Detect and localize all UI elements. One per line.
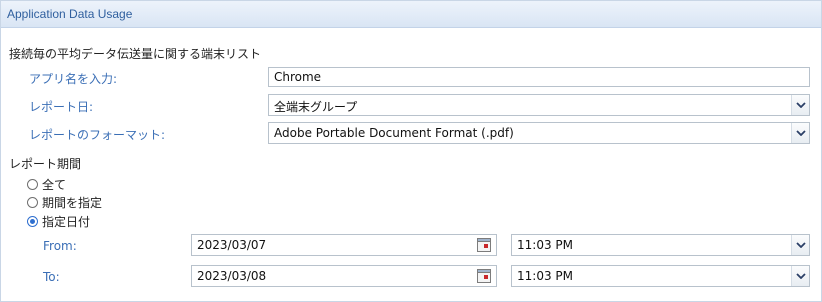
to-label: To: — [43, 270, 60, 284]
to-date-input[interactable]: 2023/03/08 — [191, 265, 497, 287]
to-time-select[interactable]: 11:03 PM — [511, 265, 810, 287]
panel-title: Application Data Usage — [7, 7, 133, 21]
format-label: レポートのフォーマット: — [29, 128, 166, 142]
radio-specify-date[interactable]: 指定日付 — [27, 213, 90, 230]
chevron-down-icon[interactable] — [791, 123, 809, 143]
report-title: 接続毎の平均データ伝送量に関する端末リスト — [9, 47, 262, 61]
from-time-value: 11:03 PM — [517, 238, 573, 252]
panel-header: Application Data Usage — [1, 1, 821, 28]
to-time-value: 11:03 PM — [517, 269, 573, 283]
radio-button[interactable] — [27, 197, 38, 208]
chevron-down-icon[interactable] — [791, 95, 809, 115]
report-date-value: 全端末グループ — [274, 100, 358, 114]
calendar-icon[interactable] — [476, 268, 492, 284]
app-name-label: アプリ名を入力: — [29, 72, 118, 86]
application-data-usage-panel: Application Data Usage 接続毎の平均データ伝送量に関する端… — [0, 0, 822, 302]
report-date-select[interactable]: 全端末グループ — [268, 94, 810, 116]
from-time-select[interactable]: 11:03 PM — [511, 234, 810, 256]
format-select[interactable]: Adobe Portable Document Format (.pdf) — [268, 122, 810, 144]
from-label: From: — [43, 239, 77, 253]
radio-label: 全て — [42, 178, 67, 192]
report-date-label: レポート日: — [29, 100, 94, 114]
radio-label: 期間を指定 — [42, 196, 103, 210]
radio-all[interactable]: 全て — [27, 176, 66, 193]
from-date-input[interactable]: 2023/03/07 — [191, 234, 497, 256]
radio-specify-period[interactable]: 期間を指定 — [27, 194, 102, 211]
radio-button[interactable] — [27, 179, 38, 190]
app-name-input[interactable]: Chrome — [268, 67, 810, 87]
radio-button-selected[interactable] — [27, 216, 38, 227]
period-title: レポート期間 — [9, 157, 82, 171]
calendar-icon[interactable] — [476, 237, 492, 253]
format-value: Adobe Portable Document Format (.pdf) — [274, 126, 514, 140]
chevron-down-icon[interactable] — [791, 266, 809, 286]
radio-label: 指定日付 — [42, 215, 91, 229]
chevron-down-icon[interactable] — [791, 235, 809, 255]
